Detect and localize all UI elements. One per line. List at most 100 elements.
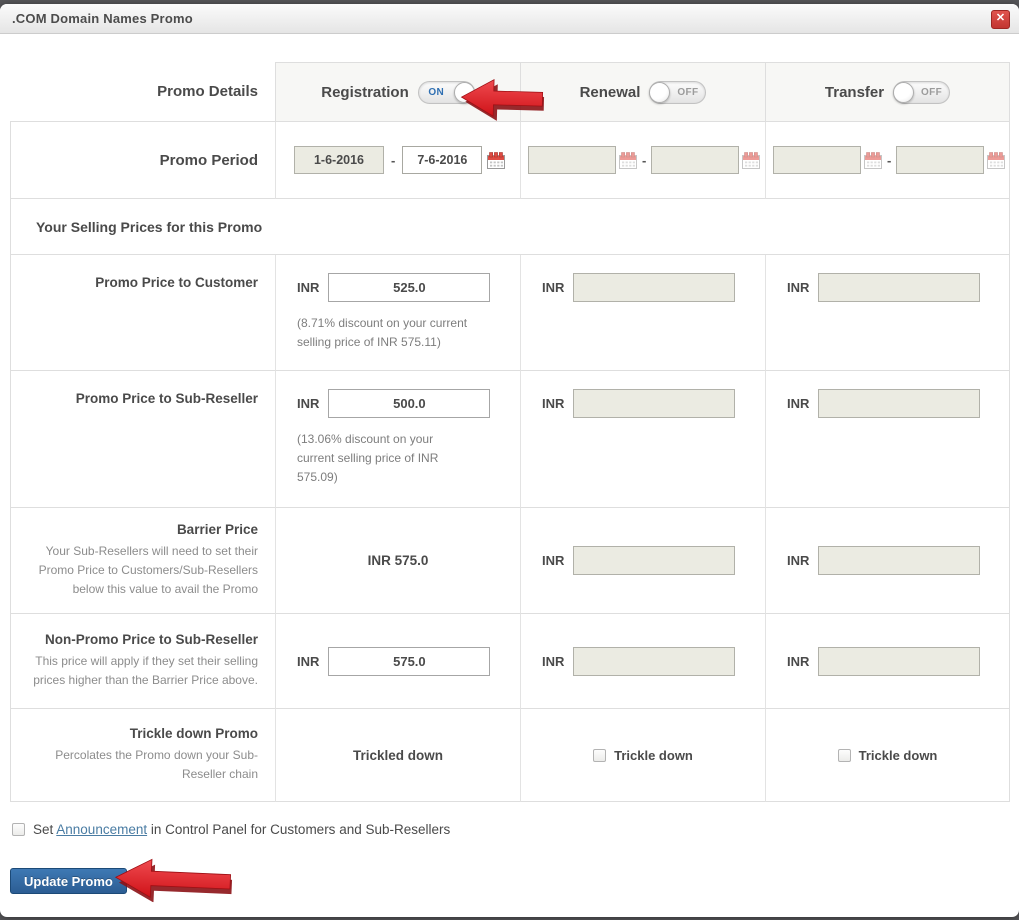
announcement-text-before: Set	[33, 822, 56, 837]
date-separator: -	[640, 153, 648, 168]
currency-label: INR	[297, 280, 319, 295]
close-icon[interactable]: ✕	[991, 10, 1010, 29]
renewal-trickle-cell: Trickle down	[520, 709, 765, 802]
toggle-knob-icon	[649, 82, 670, 103]
dialog-title: .COM Domain Names Promo	[12, 11, 193, 26]
transfer-subreseller-price-input[interactable]	[818, 389, 980, 418]
transfer-trickle-cell: Trickle down	[765, 709, 1010, 802]
renewal-trickle-down-checkbox[interactable]	[593, 749, 606, 762]
registration-nonpromo-price-cell: INR	[275, 614, 520, 709]
trickle-down-label: Trickle down Promo	[130, 726, 258, 741]
transfer-period-cell: -	[765, 122, 1010, 199]
currency-label: INR	[542, 280, 564, 295]
registration-barrier-price-value: INR 575.0	[368, 553, 429, 568]
transfer-start-date-input[interactable]	[773, 146, 861, 174]
customer-price-discount-note: (8.71% discount on your current selling …	[297, 314, 499, 352]
registration-nonpromo-price-input[interactable]	[328, 647, 490, 676]
dialog-titlebar: .COM Domain Names Promo ✕	[0, 4, 1019, 34]
customer-price-label: Promo Price to Customer	[95, 275, 258, 290]
transfer-subreseller-price-cell: INR	[765, 371, 1010, 508]
registration-toggle-state: ON	[419, 87, 454, 98]
renewal-customer-price-input[interactable]	[573, 273, 735, 302]
renewal-end-date-input[interactable]	[651, 146, 739, 174]
header-renewal-cell: Renewal OFF	[520, 62, 765, 122]
announcement-row: Set Announcement in Control Panel for Cu…	[12, 822, 450, 837]
nonpromo-price-description: This price will apply if they set their …	[28, 652, 258, 690]
registration-period-cell: -	[275, 122, 520, 199]
barrier-price-description: Your Sub-Resellers will need to set thei…	[28, 542, 258, 600]
announcement-text-after: in Control Panel for Customers and Sub-R…	[147, 822, 450, 837]
registration-toggle[interactable]: ON	[418, 81, 475, 104]
calendar-icon[interactable]	[987, 152, 1005, 169]
transfer-customer-price-cell: INR	[765, 255, 1010, 371]
promo-period-label-cell: Promo Period	[10, 122, 275, 199]
calendar-icon[interactable]	[487, 152, 505, 169]
renewal-toggle-state: OFF	[670, 87, 705, 98]
currency-label: INR	[297, 654, 319, 669]
currency-label: INR	[542, 396, 564, 411]
subreseller-price-label-cell: Promo Price to Sub-Reseller	[10, 371, 275, 508]
promo-period-label: Promo Period	[160, 152, 258, 169]
section-title: Your Selling Prices for this Promo	[36, 219, 262, 235]
renewal-barrier-price-cell: INR	[520, 508, 765, 614]
renewal-barrier-price-input[interactable]	[573, 546, 735, 575]
registration-trickled-down-value: Trickled down	[353, 748, 443, 763]
currency-label: INR	[787, 396, 809, 411]
transfer-trickle-down-checkbox[interactable]	[838, 749, 851, 762]
barrier-price-label: Barrier Price	[177, 522, 258, 537]
registration-customer-price-cell: INR (8.71% discount on your current sell…	[275, 255, 520, 371]
transfer-toggle-state: OFF	[914, 87, 949, 98]
transfer-barrier-price-input[interactable]	[818, 546, 980, 575]
transfer-trickle-down-checkbox-label: Trickle down	[859, 748, 938, 763]
subreseller-price-discount-note: (13.06% discount on your current selling…	[297, 430, 469, 488]
registration-end-date-input[interactable]	[402, 146, 482, 174]
date-separator: -	[885, 153, 893, 168]
trickle-down-description: Percolates the Promo down your Sub-Resel…	[28, 746, 258, 784]
calendar-icon[interactable]	[864, 152, 882, 169]
renewal-subreseller-price-input[interactable]	[573, 389, 735, 418]
renewal-label: Renewal	[580, 84, 641, 101]
renewal-toggle[interactable]: OFF	[649, 81, 706, 104]
transfer-nonpromo-price-cell: INR	[765, 614, 1010, 709]
barrier-price-label-cell: Barrier Price Your Sub-Resellers will ne…	[10, 508, 275, 614]
trickle-down-label-cell: Trickle down Promo Percolates the Promo …	[10, 709, 275, 802]
transfer-nonpromo-price-input[interactable]	[818, 647, 980, 676]
currency-label: INR	[297, 396, 319, 411]
transfer-barrier-price-cell: INR	[765, 508, 1010, 614]
registration-trickle-cell: Trickled down	[275, 709, 520, 802]
renewal-nonpromo-price-cell: INR	[520, 614, 765, 709]
red-arrow-update-button-icon	[113, 854, 233, 905]
registration-label: Registration	[321, 84, 409, 101]
toggle-knob-icon	[893, 82, 914, 103]
currency-label: INR	[542, 654, 564, 669]
renewal-nonpromo-price-input[interactable]	[573, 647, 735, 676]
calendar-icon[interactable]	[619, 152, 637, 169]
promo-dialog: .COM Domain Names Promo ✕ Promo Details …	[0, 4, 1019, 917]
transfer-label: Transfer	[825, 84, 884, 101]
transfer-end-date-input[interactable]	[896, 146, 984, 174]
registration-subreseller-price-input[interactable]	[328, 389, 490, 418]
renewal-subreseller-price-cell: INR	[520, 371, 765, 508]
set-announcement-checkbox[interactable]	[12, 823, 25, 836]
update-promo-button[interactable]: Update Promo	[10, 868, 127, 894]
promo-table: Promo Details Registration ON Renewal OF…	[10, 62, 1010, 802]
subreseller-price-label: Promo Price to Sub-Reseller	[76, 391, 258, 406]
currency-label: INR	[787, 280, 809, 295]
registration-barrier-price-cell: INR 575.0	[275, 508, 520, 614]
renewal-customer-price-cell: INR	[520, 255, 765, 371]
transfer-toggle[interactable]: OFF	[893, 81, 950, 104]
calendar-icon[interactable]	[742, 152, 760, 169]
renewal-trickle-down-checkbox-label: Trickle down	[614, 748, 693, 763]
selling-prices-section-row: Your Selling Prices for this Promo	[10, 199, 1010, 255]
announcement-link[interactable]: Announcement	[56, 822, 147, 837]
nonpromo-price-label-cell: Non-Promo Price to Sub-Reseller This pri…	[10, 614, 275, 709]
header-promo-details-cell: Promo Details	[10, 62, 275, 122]
currency-label: INR	[542, 553, 564, 568]
transfer-customer-price-input[interactable]	[818, 273, 980, 302]
currency-label: INR	[787, 553, 809, 568]
renewal-start-date-input[interactable]	[528, 146, 616, 174]
registration-customer-price-input[interactable]	[328, 273, 490, 302]
toggle-knob-icon	[454, 82, 475, 103]
registration-start-date-input[interactable]	[294, 146, 384, 174]
registration-subreseller-price-cell: INR (13.06% discount on your current sel…	[275, 371, 520, 508]
